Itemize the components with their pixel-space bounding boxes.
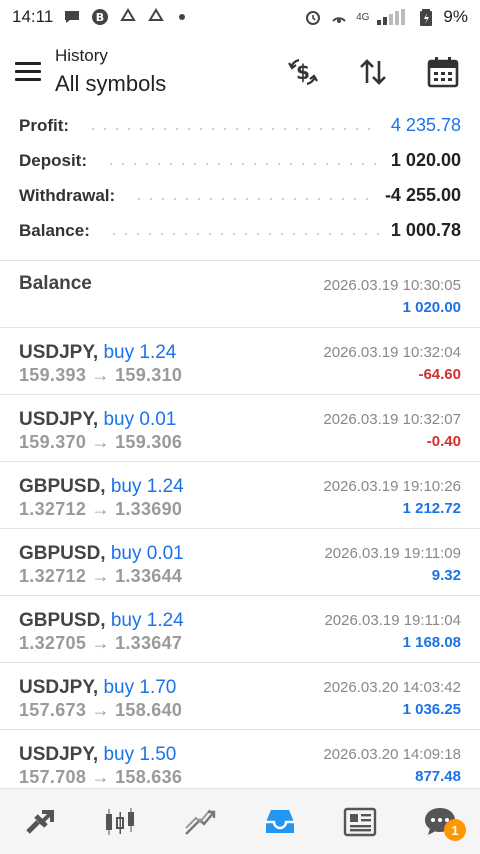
history-summary: Profit: 4 235.78 Deposit: 1 020.00 Withd… <box>0 108 480 248</box>
alarm-icon <box>304 8 322 26</box>
deal-symbol: USDJPY, buy 1.50 <box>19 744 177 765</box>
deal-prices: 159.393 → 159.310 <box>19 365 183 385</box>
deal-profit: 877.48 <box>415 768 461 785</box>
messages-badge: 1 <box>444 819 466 841</box>
deal-symbol: USDJPY, buy 0.01 <box>19 409 177 430</box>
summary-label: Deposit: <box>19 150 93 171</box>
deal-profit: 1 020.00 <box>402 299 461 316</box>
deal-time: 2026.03.20 14:03:42 <box>323 679 461 696</box>
deal-profit: 1 036.25 <box>402 701 461 718</box>
deal-side: buy 0.01 <box>103 409 177 430</box>
hotspot-icon <box>330 8 348 26</box>
news-icon[interactable] <box>320 789 400 854</box>
deal-symbol: USDJPY, buy 1.24 <box>19 342 177 363</box>
deal-profit: 1 212.72 <box>402 500 461 517</box>
list-item[interactable]: USDJPY, buy 1.24 159.393 → 159.310 2026.… <box>0 328 480 395</box>
summary-row-deposit: Deposit: 1 020.00 <box>0 143 480 178</box>
deal-profit: 1 168.08 <box>402 634 461 651</box>
deal-time: 2026.03.19 19:11:04 <box>324 612 461 629</box>
list-item[interactable]: GBPUSD, buy 1.24 1.32712 → 1.33690 2026.… <box>0 462 480 529</box>
list-item[interactable]: USDJPY, buy 1.50 157.708 → 158.636 2026.… <box>0 730 480 797</box>
network-label: 4G <box>356 11 370 23</box>
recycle-icon-2 <box>147 8 165 26</box>
deal-symbol: USDJPY, buy 1.70 <box>19 677 177 698</box>
deal-profit: -0.40 <box>426 433 461 450</box>
trade-icon[interactable] <box>160 789 240 854</box>
deal-time: 2026.03.19 19:10:26 <box>323 478 461 495</box>
deal-time: 2026.03.20 14:09:18 <box>323 746 461 763</box>
battery-icon <box>417 8 435 26</box>
sort-icon[interactable] <box>355 54 391 90</box>
dotted-leader <box>105 162 379 165</box>
deal-time: 2026.03.19 10:30:05 <box>323 277 461 294</box>
notification-dot <box>179 14 186 20</box>
deal-time: 2026.03.19 19:11:09 <box>324 545 461 562</box>
status-bar: 14:11 B 4G 9% <box>0 0 480 34</box>
dotted-leader <box>107 232 379 235</box>
balance-label: Balance <box>19 273 92 294</box>
summary-label: Profit: <box>19 115 76 136</box>
summary-value: 1 000.78 <box>390 220 461 240</box>
deal-profit: 9.32 <box>431 567 461 584</box>
deal-side: buy 1.24 <box>110 610 184 631</box>
list-item[interactable]: GBPUSD, buy 1.24 1.32705 → 1.33647 2026.… <box>0 596 480 663</box>
summary-row-balance: Balance: 1 000.78 <box>0 213 480 248</box>
summary-row-profit: Profit: 4 235.78 <box>0 108 480 143</box>
quotes-icon[interactable] <box>0 789 80 854</box>
list-item[interactable]: GBPUSD, buy 0.01 1.32712 → 1.33644 2026.… <box>0 529 480 596</box>
summary-value: -4 255.00 <box>384 185 461 205</box>
calendar-icon[interactable] <box>425 54 461 90</box>
deal-time: 2026.03.19 10:32:07 <box>323 411 461 428</box>
status-time: 14:11 <box>12 7 54 26</box>
chart-icon[interactable] <box>80 789 160 854</box>
bitcoin-icon: B <box>91 8 109 26</box>
list-item[interactable]: USDJPY, buy 0.01 159.370 → 159.306 2026.… <box>0 395 480 462</box>
deal-profit: -64.60 <box>418 366 461 383</box>
deal-side: buy 1.24 <box>110 476 184 497</box>
recycle-icon <box>119 8 137 26</box>
history-icon[interactable] <box>240 789 320 854</box>
messages-icon[interactable]: 1 <box>400 789 480 854</box>
deal-prices: 157.673 → 158.640 <box>19 700 183 720</box>
dotted-leader <box>87 127 379 130</box>
dollar-exchange-icon[interactable]: $ <box>285 54 321 90</box>
deal-symbol: GBPUSD, buy 1.24 <box>19 476 184 497</box>
list-item-balance[interactable]: Balance 2026.03.19 10:30:05 1 020.00 <box>0 261 480 328</box>
summary-value: 1 020.00 <box>390 150 461 170</box>
deal-prices: 1.32712 → 1.33644 <box>19 566 183 586</box>
deal-symbol: GBPUSD, buy 0.01 <box>19 543 184 564</box>
deal-prices: 1.32705 → 1.33647 <box>19 633 183 653</box>
dotted-leader <box>133 197 373 200</box>
deal-side: buy 1.24 <box>103 342 177 363</box>
header-title[interactable]: All symbols <box>55 71 166 97</box>
deal-symbol: GBPUSD, buy 1.24 <box>19 610 184 631</box>
svg-text:B: B <box>96 11 104 24</box>
app-header: History All symbols $ <box>0 40 480 104</box>
deal-prices: 159.370 → 159.306 <box>19 432 183 452</box>
battery-level: 9% <box>443 7 468 26</box>
list-item[interactable]: USDJPY, buy 1.70 157.673 → 158.640 2026.… <box>0 663 480 730</box>
summary-row-withdrawal: Withdrawal: -4 255.00 <box>0 178 480 213</box>
summary-label: Balance: <box>19 220 96 241</box>
deal-prices: 1.32712 → 1.33690 <box>19 499 183 519</box>
deal-time: 2026.03.19 10:32:04 <box>323 344 461 361</box>
signal-icon <box>377 8 409 26</box>
summary-value: 4 235.78 <box>390 115 461 135</box>
menu-icon[interactable] <box>15 62 41 82</box>
deal-side: buy 1.50 <box>103 744 177 765</box>
deal-side: buy 0.01 <box>110 543 184 564</box>
svg-text:$: $ <box>296 60 310 84</box>
summary-label: Withdrawal: <box>19 185 122 206</box>
bottom-navigation: 1 <box>0 788 480 854</box>
deals-list: Balance 2026.03.19 10:30:05 1 020.00 USD… <box>0 261 480 797</box>
header-subtitle: History <box>55 46 108 65</box>
deal-side: buy 1.70 <box>103 677 177 698</box>
deal-prices: 157.708 → 158.636 <box>19 767 183 787</box>
chat-bubble-icon <box>63 8 81 26</box>
